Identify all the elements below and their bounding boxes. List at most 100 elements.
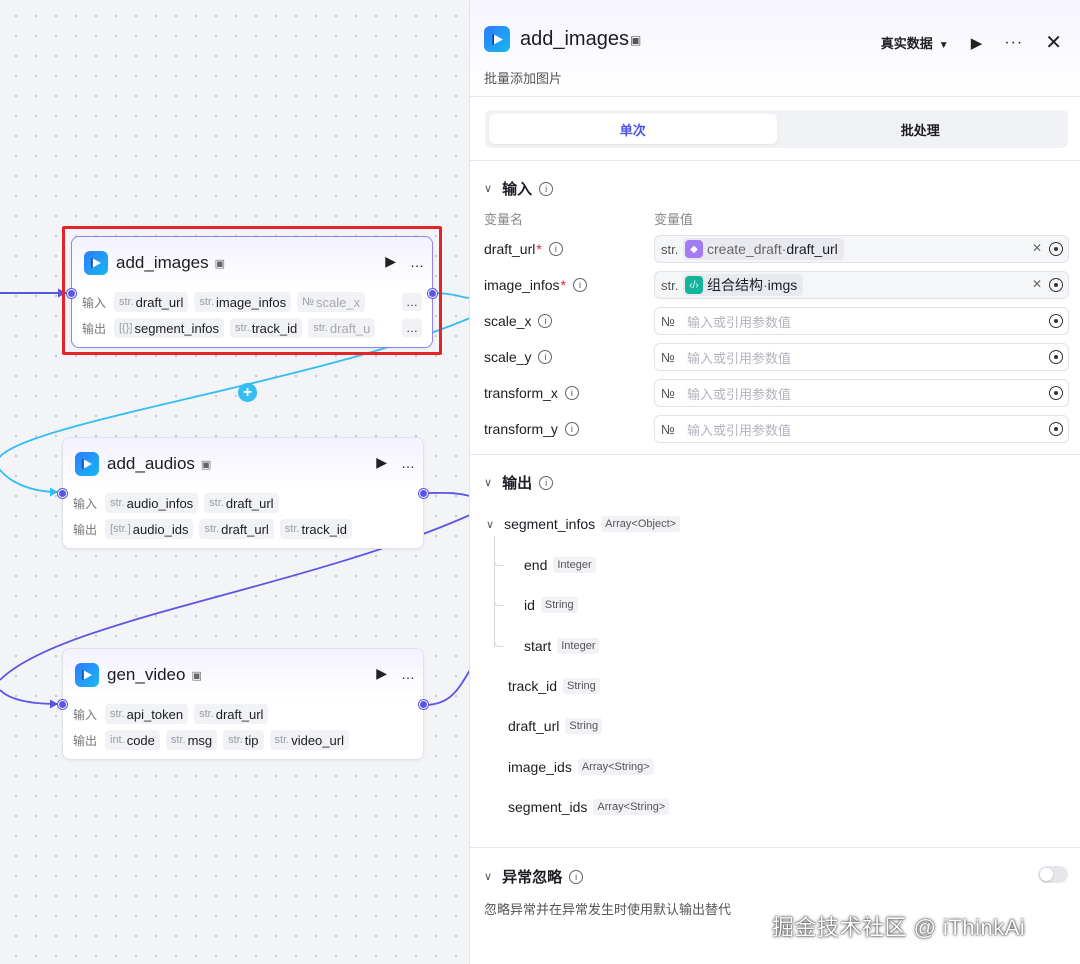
inputs-label: 输入 bbox=[73, 707, 98, 722]
value-field[interactable]: str. ‹/› 组合结构 · imgs ✕ bbox=[654, 271, 1069, 299]
info-icon[interactable]: i bbox=[564, 422, 579, 436]
node-gen-video[interactable]: gen_video ▣ ▶ … 输入 str. api_token str. dra… bbox=[62, 648, 424, 760]
tab-single[interactable]: 单次 bbox=[489, 114, 777, 144]
output-item-segment-infos[interactable]: ∨ segment_infos Array<Object> bbox=[486, 516, 681, 532]
param-name: video_url bbox=[291, 732, 344, 748]
value-field[interactable]: № 输入或引用参数值 bbox=[654, 415, 1069, 443]
output-item-id: id String bbox=[524, 597, 578, 613]
reference-target-icon[interactable] bbox=[1049, 314, 1063, 328]
tree-line bbox=[494, 536, 495, 648]
output-port[interactable] bbox=[419, 489, 428, 498]
node-badge-icon: ▣ bbox=[200, 458, 212, 471]
param-name: draft_url bbox=[225, 495, 274, 511]
error-ignore-section-header[interactable]: ∨ 异常忽略 i bbox=[484, 866, 584, 887]
input-row-draft-url: draft_url * i str. ◆ create_draft · draft_… bbox=[484, 235, 1069, 263]
clear-icon[interactable]: ✕ bbox=[1032, 277, 1042, 291]
output-port[interactable] bbox=[419, 700, 428, 709]
value-field[interactable]: № 输入或引用参数值 bbox=[654, 307, 1069, 335]
info-icon[interactable]: i bbox=[538, 350, 553, 364]
close-icon[interactable]: ✕ bbox=[1045, 30, 1062, 55]
panel-description[interactable]: 批量添加图片 bbox=[484, 68, 562, 87]
param-name: audio_infos bbox=[126, 495, 194, 511]
caret-down-icon: ▼ bbox=[938, 40, 949, 51]
reference-target-icon[interactable] bbox=[1049, 386, 1063, 400]
value-field[interactable]: str. ◆ create_draft · draft_url ✕ bbox=[654, 235, 1069, 263]
error-ignore-toggle[interactable] bbox=[1038, 866, 1068, 883]
node-settings-panel: add_images ▣ 批量添加图片 真实数据 ▼ ▶ ··· ✕ 单次 批处理… bbox=[469, 0, 1080, 964]
mode-tabs: 单次 批处理 bbox=[485, 110, 1068, 148]
reference-target-icon[interactable] bbox=[1049, 422, 1063, 436]
selection-highlight bbox=[62, 226, 442, 355]
output-param: str. track_id bbox=[279, 519, 353, 539]
param-name: audio_ids bbox=[132, 521, 189, 537]
tab-batch[interactable]: 批处理 bbox=[777, 114, 1065, 144]
param-type: str. bbox=[199, 708, 214, 720]
output-item-end: end Integer bbox=[524, 557, 596, 573]
info-icon[interactable]: i bbox=[539, 475, 554, 490]
section-title: 异常忽略 bbox=[502, 869, 563, 886]
cube-icon: ◆ bbox=[685, 240, 703, 258]
data-mode-label: 真实数据 bbox=[880, 36, 933, 51]
output-type: String bbox=[565, 718, 603, 734]
input-port[interactable] bbox=[58, 700, 67, 709]
placeholder: 输入或引用参数值 bbox=[687, 350, 792, 366]
reference-target-icon[interactable] bbox=[1049, 278, 1063, 292]
reference-chip[interactable]: ◆ create_draft · draft_url bbox=[683, 238, 844, 260]
placeholder: 输入或引用参数值 bbox=[687, 422, 792, 438]
run-button[interactable]: ▶ bbox=[971, 34, 983, 52]
workflow-canvas[interactable]: add_images ▣ ▶ … 输入 str. draft_url str. im… bbox=[0, 0, 470, 964]
node-outputs-row: 输出 int. code str. msg str. tip str. video_ur… bbox=[63, 727, 423, 753]
param-name: draft_url bbox=[221, 521, 269, 537]
node-badge-icon: ▣ bbox=[191, 669, 202, 682]
info-icon[interactable]: i bbox=[539, 181, 554, 196]
info-icon[interactable]: i bbox=[564, 386, 579, 400]
output-item-track-id: track_id String bbox=[508, 678, 600, 694]
outputs-label: 输出 bbox=[73, 733, 98, 748]
node-more-button[interactable]: … bbox=[401, 666, 415, 682]
reference-target-icon[interactable] bbox=[1049, 350, 1063, 364]
data-mode-dropdown[interactable]: 真实数据 ▼ bbox=[881, 33, 949, 52]
output-name: draft_url bbox=[508, 718, 560, 734]
output-type: Array<Object> bbox=[601, 516, 681, 532]
chevron-down-icon: ∨ bbox=[486, 518, 495, 531]
info-icon[interactable]: i bbox=[569, 869, 584, 884]
section-title: 输出 bbox=[502, 475, 533, 492]
required-mark: * bbox=[536, 241, 542, 257]
param-name: msg bbox=[187, 732, 213, 748]
node-more-button[interactable]: … bbox=[401, 455, 415, 471]
reference-chip[interactable]: ‹/› 组合结构 · imgs bbox=[683, 274, 804, 296]
panel-toolbar: 真实数据 ▼ ▶ ··· ✕ bbox=[881, 30, 1062, 55]
value-field[interactable]: № 输入或引用参数值 bbox=[654, 343, 1069, 371]
input-param: str. draft_url bbox=[194, 704, 269, 724]
required-mark: * bbox=[560, 277, 566, 293]
add-node-plus-button[interactable]: + bbox=[238, 383, 257, 402]
node-add-audios[interactable]: add_audios ▣ ▶ … 输入 str. audio_infos str.… bbox=[62, 437, 424, 549]
input-section-header[interactable]: ∨ 输入 i bbox=[484, 178, 554, 199]
output-item-segment-ids: segment_ids Array<String> bbox=[508, 799, 670, 815]
output-param: str. draft_url bbox=[199, 519, 274, 539]
clear-icon[interactable]: ✕ bbox=[1032, 241, 1042, 255]
info-icon[interactable]: i bbox=[538, 314, 553, 328]
output-section-header[interactable]: ∨ 输出 i bbox=[484, 472, 554, 493]
code-icon: ‹/› bbox=[685, 276, 703, 294]
output-type: Integer bbox=[557, 638, 600, 654]
param-name: api_token bbox=[126, 706, 184, 722]
col-header-name: 变量名 bbox=[484, 212, 524, 227]
param-name: code bbox=[126, 732, 155, 748]
more-icon[interactable]: ··· bbox=[1004, 34, 1023, 52]
input-port[interactable] bbox=[58, 489, 67, 498]
param-type: str. bbox=[284, 523, 300, 535]
run-node-button[interactable]: ▶ bbox=[376, 454, 387, 471]
chevron-down-icon: ∨ bbox=[484, 871, 493, 883]
info-icon[interactable]: i bbox=[548, 242, 563, 256]
reference-target-icon[interactable] bbox=[1049, 242, 1063, 256]
inputs-label: 输入 bbox=[73, 496, 98, 511]
param-type: int. bbox=[110, 734, 125, 746]
tree-branch bbox=[494, 641, 504, 647]
panel-title[interactable]: add_images bbox=[520, 28, 629, 51]
info-icon[interactable]: i bbox=[572, 278, 587, 292]
output-type: Array<String> bbox=[577, 759, 654, 775]
run-node-button[interactable]: ▶ bbox=[376, 665, 387, 682]
value-field[interactable]: № 输入或引用参数值 bbox=[654, 379, 1069, 407]
node-title: add_audios bbox=[107, 454, 195, 473]
